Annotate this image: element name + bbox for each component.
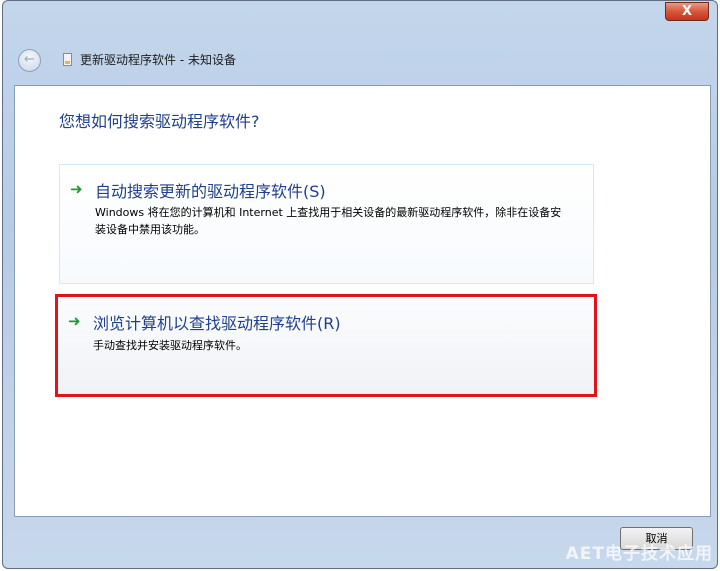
green-arrow-icon: ➜ — [70, 180, 83, 198]
background-blur — [63, 3, 263, 43]
dialog-window: X ← 更新驱动程序软件 - 未知设备 您想如何搜索驱动程序软件? ➜ 自动搜索… — [2, 0, 718, 569]
device-icon — [63, 53, 72, 66]
page-heading: 您想如何搜索驱动程序软件? — [59, 112, 260, 131]
back-arrow-icon: ← — [24, 52, 35, 67]
window-title: 更新驱动程序软件 - 未知设备 — [80, 53, 236, 67]
watermark: AET电子技术应用 — [565, 544, 713, 564]
option-browse-computer-title: 浏览计算机以查找驱动程序软件(R) — [93, 314, 341, 333]
green-arrow-icon: ➜ — [68, 312, 81, 330]
back-button[interactable]: ← — [18, 49, 41, 72]
option-browse-computer-description: 手动查找并安装驱动程序软件。 — [93, 339, 247, 352]
option-auto-search-title: 自动搜索更新的驱动程序软件(S) — [95, 182, 326, 201]
option-auto-search-description: Windows 将在您的计算机和 Internet 上查找用于相关设备的最新驱动… — [95, 206, 562, 236]
option-browse-computer[interactable]: ➜ 浏览计算机以查找驱动程序软件(R) 手动查找并安装驱动程序软件。 — [55, 294, 597, 397]
close-button[interactable]: X — [665, 2, 709, 21]
content-panel: 您想如何搜索驱动程序软件? ➜ 自动搜索更新的驱动程序软件(S) Windows… — [14, 85, 711, 517]
option-auto-search[interactable]: ➜ 自动搜索更新的驱动程序软件(S) Windows 将在您的计算机和 Inte… — [59, 164, 594, 284]
